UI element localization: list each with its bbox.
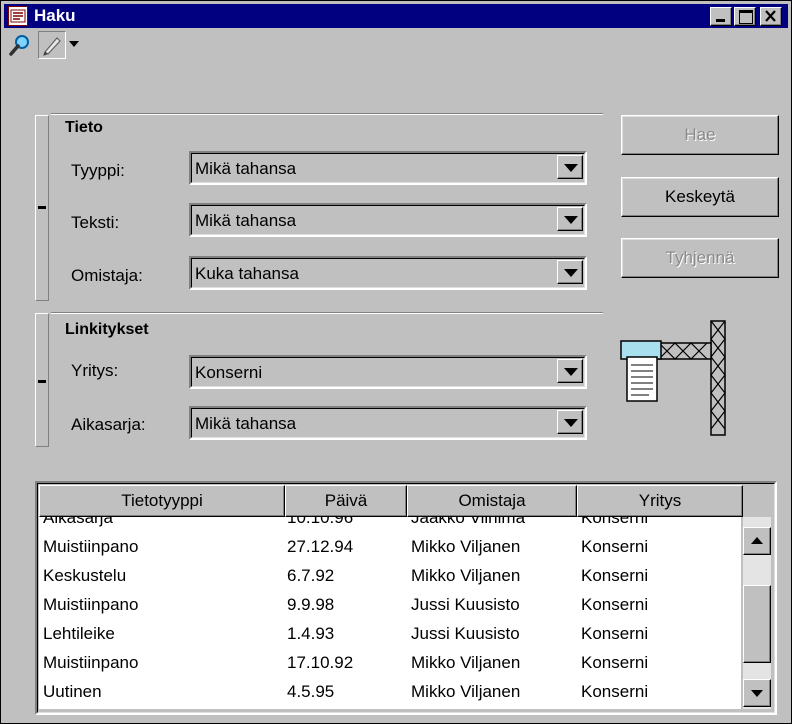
vertical-scrollbar[interactable]: [743, 517, 771, 709]
teksti-dropdown-button[interactable]: [557, 207, 583, 231]
magnifier-icon[interactable]: [8, 33, 32, 57]
collapse-icon: [38, 206, 46, 209]
cell-yritys: Konserni: [581, 517, 649, 527]
cell-omistaja: Jaakko Viinima: [411, 517, 526, 527]
scroll-down-button[interactable]: [743, 679, 771, 707]
cell-paiva: 9.9.98: [287, 595, 335, 614]
cell-omistaja: Mikko Viljanen: [411, 537, 521, 556]
teksti-value: Mikä tahansa: [195, 211, 297, 230]
arrow-down-icon: [751, 690, 763, 697]
scroll-up-button[interactable]: [743, 527, 771, 555]
teksti-label: Teksti:: [71, 213, 120, 232]
table-row[interactable]: Muistiinpano 9.9.98 Jussi Kuusisto Konse…: [39, 590, 741, 619]
cell-paiva: 17.10.92: [287, 653, 354, 672]
omistaja-value: Kuka tahansa: [195, 264, 299, 283]
cell-tietotyyppi: Lehtileike: [43, 624, 115, 643]
table-row[interactable]: Keskustelu 6.7.92 Mikko Viljanen Konsern…: [39, 561, 741, 590]
cell-tietotyyppi: Muistiinpano: [43, 653, 139, 672]
aikasarja-dropdown-button[interactable]: [557, 410, 583, 434]
toolbar: [4, 29, 788, 61]
cell-omistaja: Mikko Viljanen: [411, 682, 521, 701]
omistaja-label: Omistaja:: [71, 266, 143, 285]
window-title: Haku: [34, 6, 76, 25]
linkitykset-heading: Linkitykset: [65, 321, 149, 338]
collapse-icon: [38, 380, 46, 383]
cell-yritys: Konserni: [581, 566, 649, 585]
yritys-value: Konserni: [195, 363, 263, 382]
cell-omistaja: Jussi Kuusisto: [411, 624, 520, 643]
minimize-button[interactable]: [710, 7, 732, 26]
chevron-down-icon: [564, 419, 578, 427]
close-button[interactable]: [760, 7, 782, 26]
column-header-paiva[interactable]: Päivä: [285, 485, 407, 517]
tyhjenna-button[interactable]: Tyhjennä: [621, 238, 779, 278]
pen-icon: [43, 37, 61, 56]
aikasarja-value: Mikä tahansa: [195, 414, 297, 433]
tyyppi-value: Mikä tahansa: [195, 159, 297, 178]
cell-yritys: Konserni: [581, 624, 649, 643]
pen-tool-button[interactable]: [38, 31, 66, 59]
cell-tietotyyppi: Muistiinpano: [43, 595, 139, 614]
teksti-select[interactable]: Mikä tahansa: [189, 203, 587, 237]
table-row[interactable]: Muistiinpano 17.10.92 Mikko Viljanen Kon…: [39, 648, 741, 677]
results-table: Tietotyyppi Päivä Omistaja Yritys Aikasa…: [35, 481, 777, 715]
cell-yritys: Konserni: [581, 653, 649, 672]
omistaja-select[interactable]: Kuka tahansa: [189, 256, 587, 290]
cell-paiva: 10.10.96: [287, 517, 354, 527]
linkitykset-collapse-bar[interactable]: [35, 313, 49, 447]
yritys-dropdown-button[interactable]: [557, 359, 583, 383]
title-bar[interactable]: Haku: [4, 4, 788, 28]
arrow-up-icon: [751, 537, 763, 544]
cell-yritys: Konserni: [581, 682, 649, 701]
tieto-divider: [51, 113, 603, 115]
yritys-label: Yritys:: [71, 361, 119, 380]
tyyppi-dropdown-button[interactable]: [557, 155, 583, 179]
dropdown-arrow-icon[interactable]: [69, 41, 79, 47]
cell-tietotyyppi: Uutinen: [43, 682, 102, 701]
omistaja-dropdown-button[interactable]: [557, 260, 583, 284]
aikasarja-label: Aikasarja:: [71, 415, 146, 434]
column-header-omistaja[interactable]: Omistaja: [407, 485, 577, 517]
cell-paiva: 1.4.93: [287, 624, 335, 643]
cell-tietotyyppi: Keskustelu: [43, 566, 127, 585]
tieto-heading: Tieto: [65, 119, 103, 136]
keskeyta-button[interactable]: Keskeytä: [621, 177, 779, 217]
tieto-collapse-bar[interactable]: [35, 115, 49, 301]
minimize-icon: [716, 19, 725, 22]
table-row[interactable]: Uutinen 4.5.95 Mikko Viljanen Konserni: [39, 677, 741, 706]
cell-yritys: Konserni: [581, 595, 649, 614]
chevron-down-icon: [564, 164, 578, 172]
close-icon: [765, 10, 776, 22]
app-icon: [8, 6, 28, 26]
cell-yritys: Konserni: [581, 537, 649, 556]
aikasarja-select[interactable]: Mikä tahansa: [189, 406, 587, 440]
cell-paiva: 6.7.92: [287, 566, 335, 585]
chevron-down-icon: [564, 269, 578, 277]
column-header-tietotyyppi[interactable]: Tietotyyppi: [39, 485, 285, 517]
table-body: Aikasarja 10.10.96 Jaakko Viinima Konser…: [39, 517, 741, 709]
cell-paiva: 27.12.94: [287, 537, 354, 556]
cell-omistaja: Mikko Viljanen: [411, 653, 521, 672]
table-row[interactable]: Muistiinpano 27.12.94 Mikko Viljanen Kon…: [39, 532, 741, 561]
tyyppi-select[interactable]: Mikä tahansa: [189, 151, 587, 185]
cell-omistaja: Jussi Kuusisto: [411, 595, 520, 614]
crane-document-icon: [619, 319, 731, 439]
column-header-yritys[interactable]: Yritys: [577, 485, 743, 517]
chevron-down-icon: [564, 216, 578, 224]
tyyppi-label: Tyyppi:: [71, 161, 125, 180]
yritys-select[interactable]: Konserni: [189, 355, 587, 389]
table-row[interactable]: Lehtileike 1.4.93 Jussi Kuusisto Konsern…: [39, 619, 741, 648]
maximize-button[interactable]: [734, 7, 756, 26]
chevron-down-icon: [564, 368, 578, 376]
table-row[interactable]: Aikasarja 10.10.96 Jaakko Viinima Konser…: [39, 517, 741, 532]
cell-tietotyyppi: Aikasarja: [43, 517, 113, 527]
maximize-icon: [739, 10, 753, 24]
search-window: Haku Tieto Tyyppi: Mikä tahansa Teksti: …: [0, 0, 792, 724]
scroll-thumb[interactable]: [743, 585, 771, 663]
cell-omistaja: Mikko Viljanen: [411, 566, 521, 585]
cell-tietotyyppi: Muistiinpano: [43, 537, 139, 556]
linkitykset-divider: [51, 312, 603, 314]
hae-button[interactable]: Hae: [621, 115, 779, 155]
cell-paiva: 4.5.95: [287, 682, 335, 701]
